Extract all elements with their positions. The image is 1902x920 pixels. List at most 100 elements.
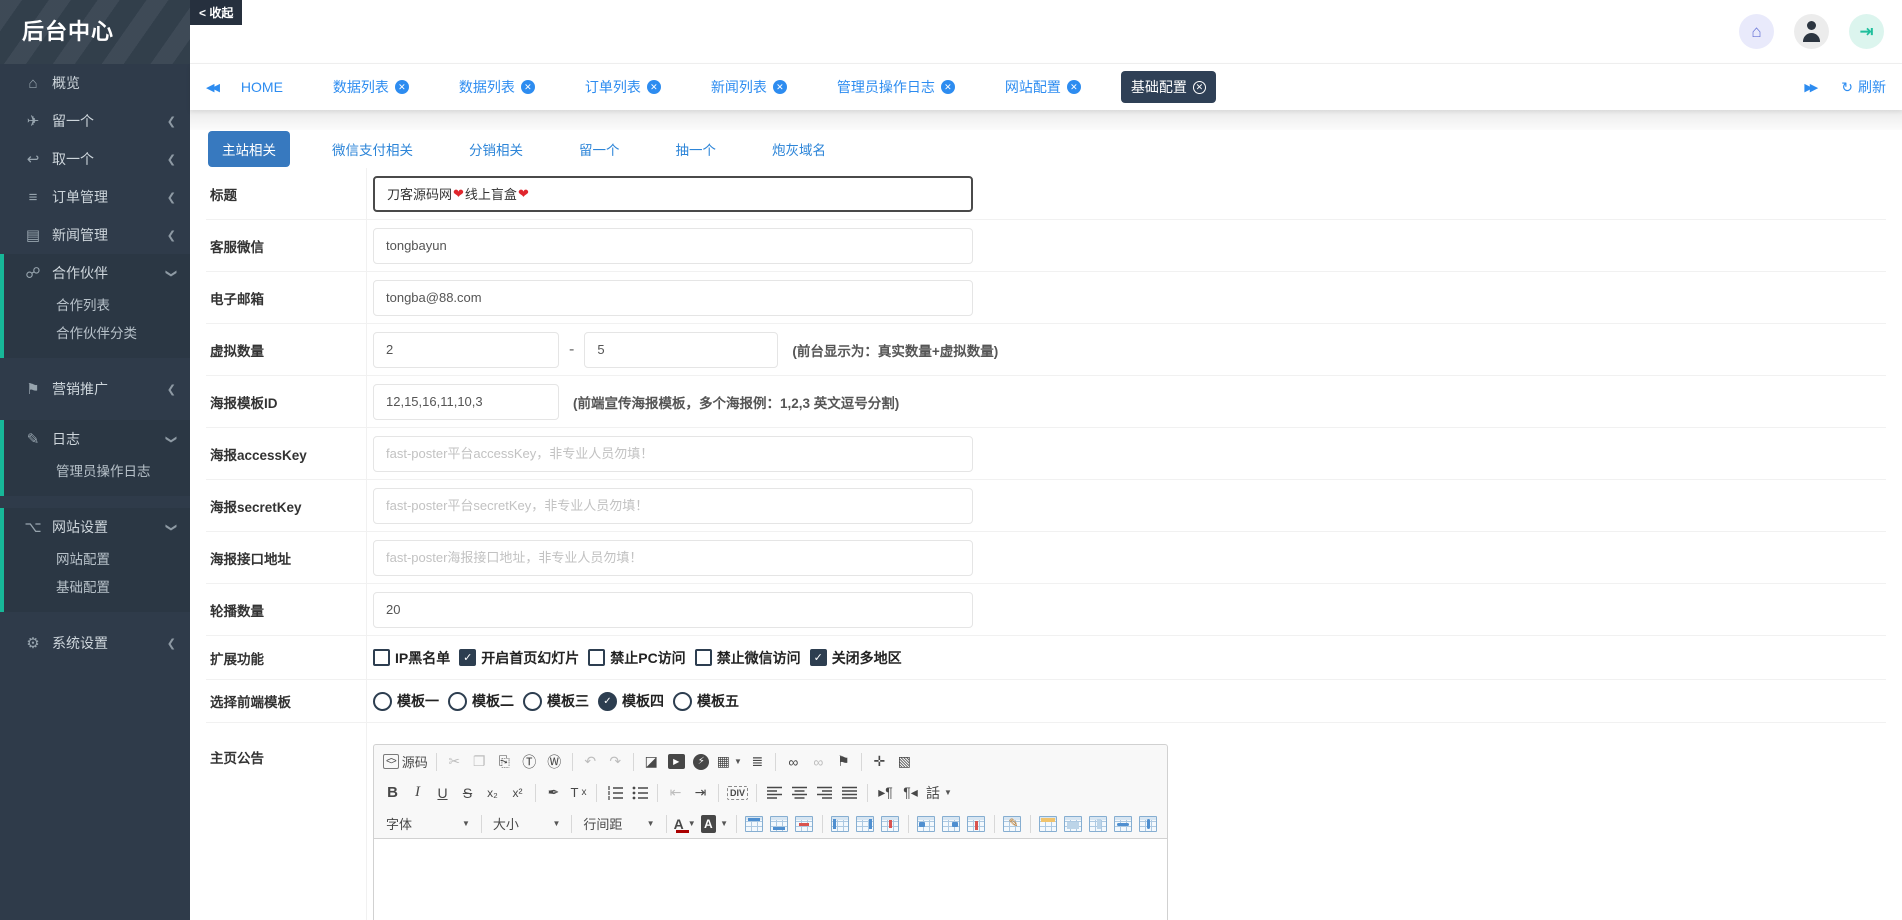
sidebar-item-partner-list[interactable]: 合作列表 <box>4 292 190 320</box>
text-direction-ltr-icon[interactable]: ▸¶ <box>873 780 898 805</box>
underline-icon[interactable]: U <box>430 780 455 805</box>
radio-icon[interactable]: ✓ <box>598 692 617 711</box>
paste-word-icon[interactable]: Ⓦ <box>542 749 567 774</box>
sidebar-item-orders[interactable]: ≡ 订单管理 ❮ <box>0 178 190 216</box>
div-container-icon[interactable]: DIV <box>724 780 751 805</box>
maximize-icon[interactable]: ✛ <box>867 749 892 774</box>
paste-text-icon[interactable]: Ⓣ <box>517 749 542 774</box>
tab-distribution[interactable]: 分销相关 <box>455 131 537 167</box>
sidebar-item-take-one[interactable]: ↩ 取一个 ❮ <box>0 140 190 178</box>
text-color-icon[interactable]: A▼ <box>672 811 698 836</box>
logout-button[interactable]: ⇥ <box>1849 14 1884 49</box>
checkbox-icon[interactable]: ✓ <box>373 649 390 666</box>
language-icon[interactable]: 話▼ <box>923 780 955 805</box>
align-right-icon[interactable] <box>812 780 837 805</box>
anchor-icon[interactable]: ⚑ <box>831 749 856 774</box>
radio-icon[interactable]: ✓ <box>673 692 692 711</box>
radio-template-1[interactable]: ✓ 模板一 <box>373 691 439 711</box>
sidebar-item-partner-category[interactable]: 合作伙伴分类 <box>4 320 190 348</box>
table-column-select-icon[interactable] <box>1086 811 1111 836</box>
radio-icon[interactable]: ✓ <box>523 692 542 711</box>
scroll-tabs-left-icon[interactable]: ◀◀ <box>206 81 217 94</box>
sidebar-item-partners[interactable]: ☍ 合作伙伴 ❯ <box>4 254 190 292</box>
tab-leave-one[interactable]: 留一个 <box>565 131 634 167</box>
sidebar-item-admin-log[interactable]: 管理员操作日志 <box>4 458 190 486</box>
email-input[interactable] <box>373 280 973 316</box>
poster-template-id-input[interactable] <box>373 384 559 420</box>
radio-template-2[interactable]: ✓ 模板二 <box>448 691 514 711</box>
poster-accesskey-input[interactable] <box>373 436 973 472</box>
insert-media-icon[interactable]: ▶ <box>664 749 689 774</box>
copy-formatting-icon[interactable]: ✒ <box>541 780 566 805</box>
outdent-icon[interactable]: ⇤ <box>663 780 688 805</box>
title-input[interactable]: 刀客源码网❤线上盲盒❤ <box>373 176 973 212</box>
horizontal-rule-icon[interactable]: ≣ <box>745 749 770 774</box>
tab-wechat-pay[interactable]: 微信支付相关 <box>318 131 427 167</box>
tab-news-list[interactable]: 新闻列表✕ <box>701 71 797 103</box>
sidebar-item-basic-config[interactable]: 基础配置 <box>4 574 190 602</box>
show-blocks-icon[interactable]: ▧ <box>892 749 917 774</box>
sidebar-item-overview[interactable]: ⌂ 概览 <box>0 64 190 102</box>
copy-icon[interactable]: ❐ <box>467 749 492 774</box>
tab-main-site[interactable]: 主站相关 <box>208 131 290 167</box>
sidebar-item-promotion[interactable]: ⚑ 营销推广 ❮ <box>0 370 190 408</box>
close-icon[interactable]: ✕ <box>1067 80 1081 94</box>
sidebar-item-site-settings[interactable]: ⌥ 网站设置 ❯ <box>4 508 190 546</box>
insert-table-icon[interactable]: ▦▼ <box>714 749 745 774</box>
checkbox-block-pc[interactable]: ✓ 禁止PC访问 <box>588 648 685 668</box>
checkbox-icon[interactable]: ✓ <box>459 649 476 666</box>
radio-template-3[interactable]: ✓ 模板三 <box>523 691 589 711</box>
close-icon[interactable]: ✕ <box>521 80 535 94</box>
redo-icon[interactable]: ↷ <box>603 749 628 774</box>
paste-icon[interactable]: ⎘ <box>492 749 517 774</box>
link-icon[interactable]: ∞ <box>781 749 806 774</box>
cell-insert-left-icon[interactable] <box>914 811 939 836</box>
checkbox-icon[interactable]: ✓ <box>588 649 605 666</box>
close-icon[interactable]: ✕ <box>647 80 661 94</box>
poster-api-url-input[interactable] <box>373 540 973 576</box>
tab-basic-config[interactable]: 基础配置✕ <box>1121 71 1216 103</box>
superscript-icon[interactable]: x² <box>505 780 530 805</box>
checkbox-ip-blacklist[interactable]: ✓ IP黑名单 <box>373 648 450 668</box>
checkbox-block-wechat[interactable]: ✓ 禁止微信访问 <box>695 648 801 668</box>
close-icon[interactable]: ✕ <box>941 80 955 94</box>
scroll-tabs-right-icon[interactable]: ▶▶ <box>1804 81 1815 94</box>
remove-format-icon[interactable]: Tx <box>566 780 591 805</box>
align-justify-icon[interactable] <box>837 780 862 805</box>
close-icon[interactable]: ✕ <box>1193 81 1206 94</box>
row-insert-above-icon[interactable] <box>742 811 767 836</box>
cell-properties-icon[interactable] <box>1000 811 1025 836</box>
virtual-quantity-min-input[interactable] <box>373 332 559 368</box>
refresh-button[interactable]: ↻ 刷新 <box>1841 77 1886 97</box>
tab-data-list-2[interactable]: 数据列表✕ <box>449 71 545 103</box>
checkbox-icon[interactable]: ✓ <box>810 649 827 666</box>
sidebar-item-leave-one[interactable]: ✈ 留一个 ❮ <box>0 102 190 140</box>
column-insert-right-icon[interactable] <box>853 811 878 836</box>
font-size-dropdown[interactable]: 大小▼ <box>487 811 567 836</box>
cell-insert-right-icon[interactable] <box>939 811 964 836</box>
tab-order-list[interactable]: 订单列表✕ <box>575 71 671 103</box>
undo-icon[interactable]: ↶ <box>578 749 603 774</box>
service-wechat-input[interactable] <box>373 228 973 264</box>
table-header-icon[interactable] <box>1036 811 1061 836</box>
indent-icon[interactable]: ⇥ <box>688 780 713 805</box>
virtual-quantity-max-input[interactable] <box>584 332 778 368</box>
user-button[interactable] <box>1794 14 1829 49</box>
subscript-icon[interactable]: x₂ <box>480 780 505 805</box>
tab-data-list-1[interactable]: 数据列表✕ <box>323 71 419 103</box>
close-icon[interactable]: ✕ <box>395 80 409 94</box>
insert-flash-icon[interactable]: ⚡ <box>689 749 714 774</box>
carousel-count-input[interactable] <box>373 592 973 628</box>
sidebar-item-news[interactable]: ▤ 新闻管理 ❮ <box>0 216 190 254</box>
align-left-icon[interactable] <box>762 780 787 805</box>
tab-admin-log[interactable]: 管理员操作日志✕ <box>827 71 965 103</box>
align-center-icon[interactable] <box>787 780 812 805</box>
checkbox-icon[interactable]: ✓ <box>695 649 712 666</box>
unlink-icon[interactable]: ∞ <box>806 749 831 774</box>
merge-cells-vertical-icon[interactable] <box>1136 811 1161 836</box>
background-color-icon[interactable]: A▼ <box>698 811 731 836</box>
checkbox-disable-multiregion[interactable]: ✓ 关闭多地区 <box>810 648 902 668</box>
line-height-dropdown[interactable]: 行间距▼ <box>577 811 660 836</box>
strikethrough-icon[interactable]: S <box>455 780 480 805</box>
source-button[interactable]: <>源码 <box>380 749 431 774</box>
